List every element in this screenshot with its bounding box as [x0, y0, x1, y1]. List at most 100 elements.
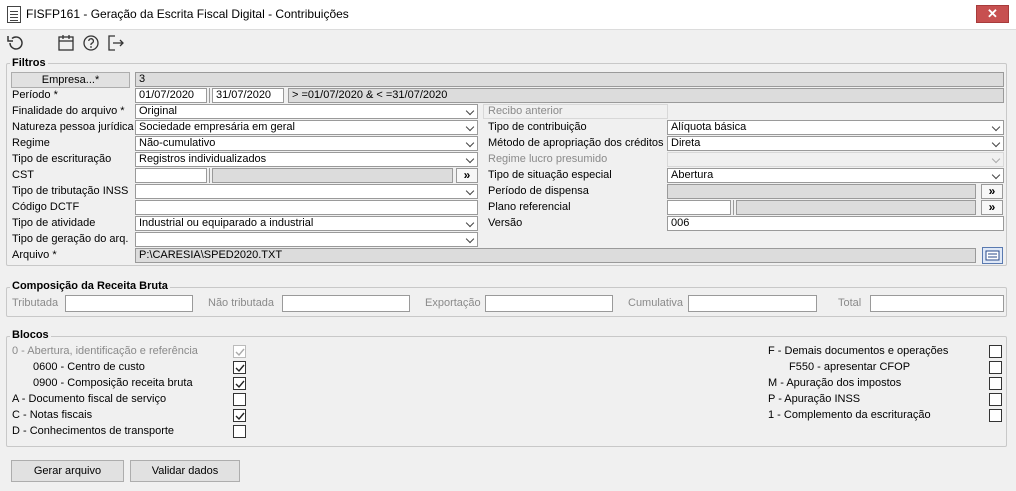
tipo-situacao-label: Tipo de situação especial	[488, 169, 612, 181]
tipo-geracao-label: Tipo de geração do arq.	[12, 233, 129, 245]
periodo-label: Período *	[12, 89, 58, 101]
periodo-dispensa-label: Período de dispensa	[488, 185, 589, 197]
regime-lucro-label: Regime lucro presumido	[488, 153, 608, 165]
bloco-m-label: M - Apuração dos impostos	[768, 377, 902, 389]
tipo-tributacao-inss-select[interactable]	[135, 184, 478, 199]
cumulativa-input[interactable]	[688, 295, 817, 312]
bloco-p-label: P - Apuração INSS	[768, 393, 861, 405]
document-icon	[7, 6, 21, 23]
bloco-f-checkbox[interactable]	[989, 345, 1002, 358]
cst-input[interactable]	[135, 168, 207, 183]
cumulativa-label: Cumulativa	[628, 297, 684, 309]
cst-lookup-button[interactable]: »	[456, 168, 478, 183]
bloco-a-checkbox[interactable]	[233, 393, 246, 406]
finalidade-label: Finalidade do arquivo *	[12, 105, 125, 117]
periodo-inicio-input[interactable]: 01/07/2020	[135, 88, 207, 103]
recibo-input-box	[483, 104, 668, 119]
tipo-geracao-select[interactable]	[135, 232, 478, 247]
plano-referencial-input[interactable]	[667, 200, 731, 215]
cst-description	[212, 168, 453, 183]
validar-dados-button[interactable]: Validar dados	[130, 460, 240, 482]
help-icon[interactable]	[82, 34, 100, 52]
plano-referencial-label: Plano referencial	[488, 201, 571, 213]
bloco-0600-label: 0600 - Centro de custo	[33, 361, 145, 373]
separator	[209, 168, 210, 183]
bloco-0600-checkbox[interactable]	[233, 361, 246, 374]
recibo-input	[667, 104, 1004, 119]
total-label: Total	[838, 297, 862, 309]
plano-referencial-lookup-button[interactable]: »	[981, 200, 1003, 215]
cst-label: CST	[12, 169, 34, 181]
regime-label: Regime	[12, 137, 50, 149]
versao-input[interactable]: 006	[667, 216, 1004, 231]
tributada-label: Tributada	[12, 297, 59, 309]
bloco-f550-checkbox[interactable]	[989, 361, 1002, 374]
nao-tributada-input[interactable]	[282, 295, 410, 312]
exportacao-input[interactable]	[485, 295, 613, 312]
tributada-input[interactable]	[65, 295, 193, 312]
window-title: FISFP161 - Geração da Escrita Fiscal Dig…	[26, 7, 349, 21]
arquivo-label: Arquivo *	[12, 249, 57, 261]
gerar-arquivo-button[interactable]: Gerar arquivo	[11, 460, 124, 482]
undo-icon[interactable]	[6, 34, 24, 52]
natureza-select[interactable]: Sociedade empresária em geral	[135, 120, 478, 135]
bloco-p-checkbox[interactable]	[989, 393, 1002, 406]
composicao-legend: Composição da Receita Bruta	[10, 280, 170, 292]
natureza-label: Natureza pessoa jurídica	[12, 121, 134, 133]
title-bar: FISFP161 - Geração da Escrita Fiscal Dig…	[0, 0, 1016, 30]
chevron-down-icon	[991, 122, 1001, 132]
calendar-icon[interactable]	[57, 34, 75, 52]
filtros-legend: Filtros	[10, 57, 48, 69]
tipo-tributacao-inss-label: Tipo de tributação INSS	[12, 185, 129, 197]
empresa-value: 3	[135, 72, 1004, 87]
tipo-escrituracao-label: Tipo de escrituração	[12, 153, 112, 165]
exit-icon[interactable]	[107, 34, 125, 52]
chevron-down-icon	[465, 218, 475, 228]
metodo-label: Método de apropriação dos créditos	[488, 137, 664, 149]
chevron-down-icon	[465, 186, 475, 196]
regime-select[interactable]: Não-cumulativo	[135, 136, 478, 151]
total-input[interactable]	[870, 295, 1004, 312]
separator	[733, 200, 734, 215]
close-button[interactable]: ✕	[976, 5, 1009, 23]
bloco-c-label: C - Notas fiscais	[12, 409, 93, 421]
tipo-atividade-label: Tipo de atividade	[12, 217, 96, 229]
periodo-dispensa-value	[667, 184, 976, 199]
bloco-c-checkbox[interactable]	[233, 409, 246, 422]
chevron-down-icon	[465, 106, 475, 116]
blocos-legend: Blocos	[10, 329, 51, 341]
regime-lucro-select	[667, 152, 1004, 167]
bloco-d-label: D - Conhecimentos de transporte	[12, 425, 175, 437]
bloco-a-label: A - Documento fiscal de serviço	[12, 393, 167, 405]
chevron-down-icon	[465, 154, 475, 164]
tipo-contribuicao-label: Tipo de contribuição	[488, 121, 587, 133]
tipo-atividade-select[interactable]: Industrial ou equiparado a industrial	[135, 216, 478, 231]
bloco-0900-checkbox[interactable]	[233, 377, 246, 390]
nao-tributada-label: Não tributada	[208, 297, 275, 309]
finalidade-select[interactable]: Original	[135, 104, 478, 119]
chevron-down-icon	[465, 122, 475, 132]
chevron-down-icon	[991, 170, 1001, 180]
empresa-button[interactable]: Empresa...*	[11, 72, 130, 88]
bloco-1-checkbox[interactable]	[989, 409, 1002, 422]
folder-browse-icon[interactable]	[982, 247, 1003, 264]
periodo-dispensa-lookup-button[interactable]: »	[981, 184, 1003, 199]
bloco-0-label: 0 - Abertura, identificação e referência	[12, 345, 198, 357]
codigo-dctf-input[interactable]	[135, 200, 478, 215]
periodo-expression: > =01/07/2020 & < =31/07/2020	[288, 88, 1004, 103]
periodo-fim-input[interactable]: 31/07/2020	[212, 88, 284, 103]
plano-referencial-description	[736, 200, 976, 215]
tipo-escrituracao-select[interactable]: Registros individualizados	[135, 152, 478, 167]
tipo-situacao-select[interactable]: Abertura	[667, 168, 1004, 183]
chevron-down-icon	[991, 154, 1001, 164]
bloco-f550-label: F550 - apresentar CFOP	[789, 361, 911, 373]
metodo-select[interactable]: Direta	[667, 136, 1004, 151]
bloco-m-checkbox[interactable]	[989, 377, 1002, 390]
codigo-dctf-label: Código DCTF	[12, 201, 80, 213]
chevron-down-icon	[991, 138, 1001, 148]
arquivo-path: P:\CARESIA\SPED2020.TXT	[135, 248, 976, 263]
bloco-d-checkbox[interactable]	[233, 425, 246, 438]
exportacao-label: Exportação	[425, 297, 481, 309]
tipo-contribuicao-select[interactable]: Alíquota básica	[667, 120, 1004, 135]
chevron-down-icon	[465, 234, 475, 244]
